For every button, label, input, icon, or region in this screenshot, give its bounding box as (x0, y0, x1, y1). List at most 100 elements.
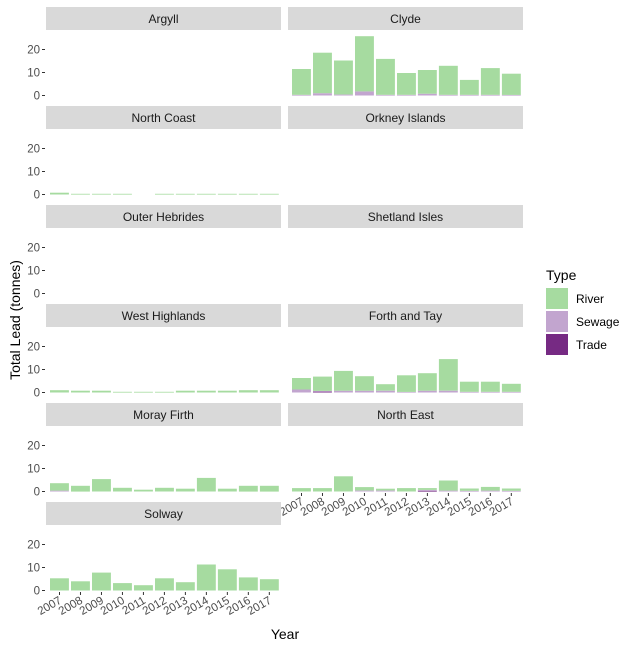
bar-river-2015 (217, 488, 237, 492)
y-tick-label: 0 (34, 586, 40, 598)
legend-swatch-river (546, 288, 568, 309)
bar-sewage-2017 (501, 490, 521, 492)
bar-river-2008 (313, 376, 332, 391)
bar-sewage-2008 (313, 93, 332, 96)
bar-sewage-2017 (501, 391, 521, 393)
bar-river-2017 (501, 488, 521, 491)
bar-sewage-2010 (355, 490, 374, 492)
bar-river-2016 (238, 390, 258, 393)
facet-label: Orkney Islands (365, 111, 445, 125)
facet-label: North East (377, 408, 434, 422)
facet-label: Shetland Isles (368, 210, 443, 224)
bar-river-2014 (196, 390, 216, 393)
bar-sewage-2008 (313, 390, 332, 392)
bar-river-2010 (113, 193, 132, 195)
y-tick-label: 10 (27, 68, 40, 80)
bar-river-2017 (259, 193, 279, 195)
bar-river-2016 (480, 68, 500, 95)
y-tick-label: 10 (27, 365, 40, 377)
bar-river-2015 (459, 488, 479, 491)
y-tick-label: 10 (27, 464, 40, 476)
bar-sewage-2012 (397, 94, 416, 96)
bar-river-2010 (113, 487, 132, 492)
panel-west-highlands: West Highlands 0 10 20 (27, 304, 281, 400)
panel-orkney-islands: Orkney Islands (288, 106, 523, 129)
bar-river-2008 (71, 193, 90, 195)
bar-sewage-2007 (292, 94, 311, 96)
legend: Type River Sewage Trade (546, 267, 620, 355)
panel-north-east: North East200720082009201020112012201320… (278, 403, 523, 519)
panel-argyll: Argyll 0 10 20 (27, 7, 281, 103)
bar-river-2012 (155, 391, 174, 393)
facet-label: Forth and Tay (369, 309, 442, 323)
facet-label: Argyll (148, 12, 178, 26)
bar-river-2017 (501, 73, 521, 95)
bar-sewage-2010 (355, 91, 374, 96)
bar-river-2008 (71, 581, 90, 591)
y-tick-label: 20 (27, 45, 40, 57)
bar-river-2016 (480, 381, 500, 392)
y-tick-label: 10 (27, 563, 40, 575)
bar-river-2009 (92, 572, 111, 591)
bar-river-2013 (417, 488, 437, 490)
bar-sewage-2015 (459, 94, 479, 96)
bar-river-2013 (417, 373, 437, 391)
facet-label: West Highlands (122, 309, 206, 323)
facet-label: Moray Firth (133, 408, 194, 422)
x-tick-label: 2017 (246, 595, 274, 618)
bar-river-2016 (238, 193, 258, 195)
legend-swatch-sewage (546, 311, 568, 332)
facet-label: North Coast (131, 111, 196, 125)
bar-sewage-2013 (417, 390, 437, 393)
bar-river-2016 (238, 485, 258, 492)
bar-river-2010 (355, 36, 374, 92)
panels-layer: Argyll 0 10 20 Clyde North Coast 0 10 20 Orkney I… (27, 7, 523, 618)
bar-sewage-2013 (417, 93, 437, 96)
bar-river-2013 (175, 488, 195, 492)
bar-river-2007 (50, 390, 69, 393)
bar-river-2007 (292, 69, 311, 95)
bar-river-2015 (217, 390, 237, 393)
bar-sewage-2012 (397, 391, 416, 393)
legend-label-trade: Trade (576, 338, 607, 352)
bar-sewage-2009 (334, 94, 353, 96)
facet-label: Outer Hebrides (123, 210, 204, 224)
bar-sewage-2016 (480, 391, 500, 393)
legend-title: Type (546, 267, 577, 283)
bar-river-2012 (155, 578, 174, 591)
bar-river-2012 (397, 375, 416, 392)
bar-river-2017 (259, 579, 279, 591)
panel-shetland-isles: Shetland Isles (288, 205, 523, 228)
y-axis-title: Total Lead (tonnes) (7, 260, 23, 380)
bar-river-2009 (92, 479, 111, 492)
bar-river-2011 (376, 488, 395, 491)
bar-river-2008 (71, 485, 90, 492)
legend-label-sewage: Sewage (576, 315, 620, 329)
panel-outer-hebrides: Outer Hebrides 0 10 20 (27, 205, 281, 301)
bar-sewage-2011 (376, 490, 395, 492)
bar-river-2011 (134, 489, 153, 492)
panel-moray-firth: Moray Firth 0 10 20 (27, 403, 281, 499)
bar-river-2009 (334, 370, 353, 391)
y-tick-label: 10 (27, 167, 40, 179)
y-tick-label: 0 (34, 487, 40, 499)
bar-river-2012 (397, 73, 416, 95)
bar-river-2013 (175, 193, 195, 195)
y-tick-label: 20 (27, 342, 40, 354)
legend-swatch-trade (546, 334, 568, 355)
faceted-bar-chart: Argyll 0 10 20 Clyde North Coast 0 10 20 Orkney I… (7, 7, 620, 642)
bar-trade-2008 (313, 391, 332, 393)
bar-sewage-2014 (438, 390, 458, 393)
bar-river-2015 (459, 79, 479, 95)
bar-river-2011 (134, 391, 153, 393)
bar-river-2011 (376, 58, 395, 95)
bar-river-2007 (292, 488, 311, 492)
bar-river-2007 (50, 192, 69, 195)
bar-river-2015 (217, 193, 237, 195)
y-tick-label: 20 (27, 144, 40, 156)
bar-river-2009 (334, 60, 353, 95)
panel-forth-and-tay: Forth and Tay (288, 304, 523, 393)
bar-river-2012 (155, 193, 174, 195)
bar-river-2015 (459, 381, 479, 392)
bar-river-2014 (196, 564, 216, 591)
